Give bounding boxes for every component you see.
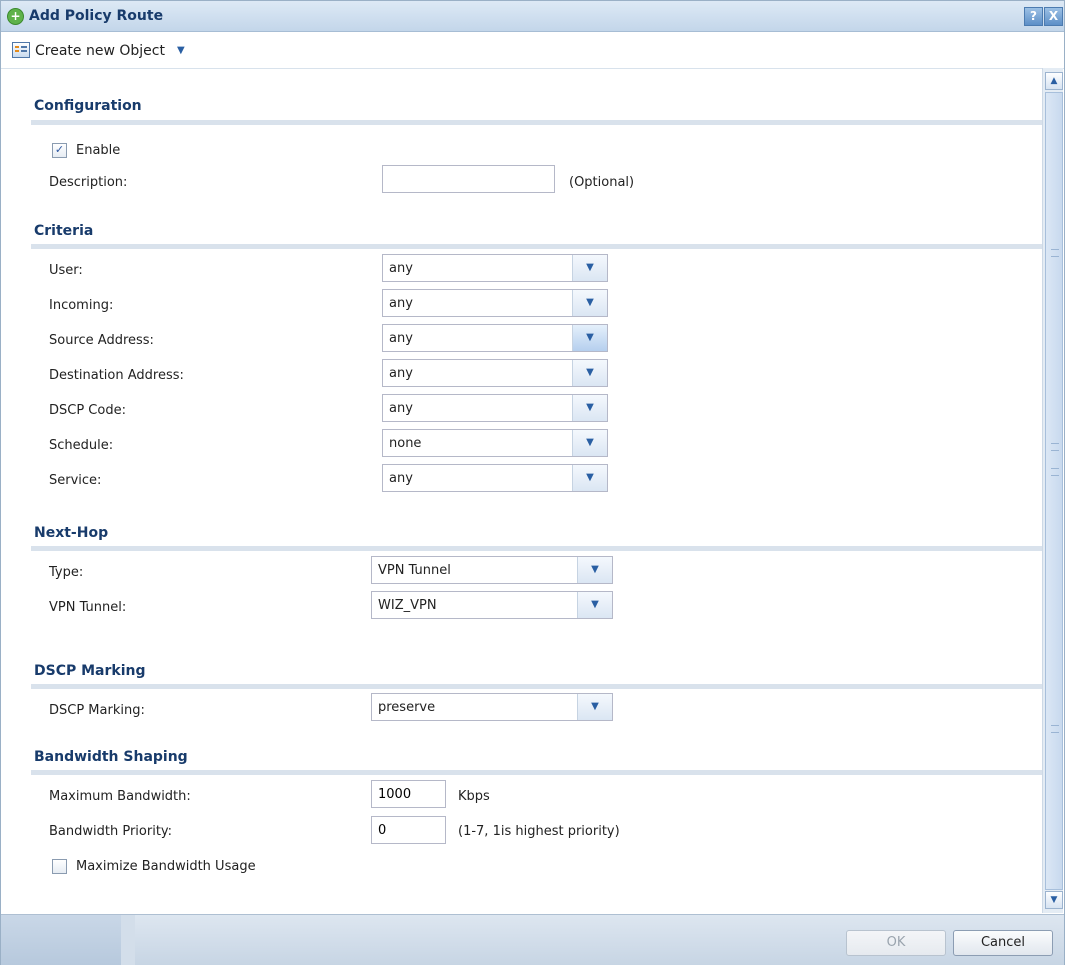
section-title-bandwidth-shaping: Bandwidth Shaping [34, 749, 188, 765]
maximum-bandwidth-label: Maximum Bandwidth: [49, 789, 191, 804]
add-circle-icon: + [7, 8, 24, 25]
user-select[interactable]: any ▼ [382, 254, 608, 282]
enable-checkbox[interactable]: ✓ [52, 143, 67, 158]
section-divider [31, 770, 1043, 775]
object-list-icon [12, 42, 30, 58]
section-title-criteria: Criteria [34, 223, 94, 239]
close-button[interactable]: X [1044, 7, 1063, 26]
bandwidth-priority-label: Bandwidth Priority: [49, 824, 173, 839]
dscp-marking-value: preserve [378, 700, 436, 715]
chevron-down-icon[interactable]: ▼ [572, 290, 607, 316]
create-new-object-menu[interactable]: Create new Object [35, 43, 165, 59]
vertical-scrollbar[interactable]: ▲ ▼ [1042, 68, 1063, 913]
grip-icon [1051, 468, 1059, 476]
chevron-down-icon[interactable]: ▼ [572, 430, 607, 456]
dialog-footer: OK Cancel [1, 914, 1064, 965]
grip-icon [1051, 725, 1059, 733]
dscp-code-select[interactable]: any ▼ [382, 394, 608, 422]
title-bar: + Add Policy Route ? X [1, 1, 1064, 32]
footer-panel [1, 915, 121, 965]
scroll-thumb[interactable] [1045, 92, 1063, 890]
incoming-label: Incoming: [49, 298, 114, 313]
chevron-down-icon[interactable]: ▼ [577, 694, 612, 720]
add-policy-route-dialog: + Add Policy Route ? X Create new Object… [0, 0, 1065, 965]
dscp-code-value: any [389, 401, 413, 416]
type-value: VPN Tunnel [378, 563, 451, 578]
type-label: Type: [49, 565, 84, 580]
bandwidth-priority-input[interactable] [371, 816, 446, 844]
description-hint: (Optional) [569, 175, 635, 190]
chevron-down-icon[interactable]: ▼ [177, 45, 185, 56]
maximum-bandwidth-unit: Kbps [458, 789, 490, 804]
vpn-tunnel-value: WIZ_VPN [378, 598, 437, 613]
toolbar: Create new Object ▼ [1, 32, 1064, 69]
incoming-select[interactable]: any ▼ [382, 289, 608, 317]
user-label: User: [49, 263, 83, 278]
chevron-down-icon[interactable]: ▼ [572, 255, 607, 281]
dscp-marking-select[interactable]: preserve ▼ [371, 693, 613, 721]
section-title-dscp-marking: DSCP Marking [34, 663, 146, 679]
maximum-bandwidth-input[interactable] [371, 780, 446, 808]
chevron-down-icon[interactable]: ▼ [572, 395, 607, 421]
vpn-tunnel-select[interactable]: WIZ_VPN ▼ [371, 591, 613, 619]
cancel-button[interactable]: Cancel [953, 930, 1053, 956]
chevron-down-icon[interactable]: ▼ [572, 325, 607, 351]
source-address-value: any [389, 331, 413, 346]
bandwidth-priority-hint: (1-7, 1is highest priority) [458, 824, 620, 839]
service-value: any [389, 471, 413, 486]
type-select[interactable]: VPN Tunnel ▼ [371, 556, 613, 584]
chevron-down-icon[interactable]: ▼ [572, 360, 607, 386]
vpn-tunnel-label: VPN Tunnel: [49, 600, 127, 615]
incoming-value: any [389, 296, 413, 311]
destination-address-value: any [389, 366, 413, 381]
scroll-down-button[interactable]: ▼ [1045, 891, 1063, 909]
section-divider [31, 120, 1043, 125]
form-content: Configuration ✓ Enable Description: (Opt… [16, 68, 1043, 913]
maximize-bandwidth-label: Maximize Bandwidth Usage [76, 859, 256, 874]
dscp-code-label: DSCP Code: [49, 403, 126, 418]
chevron-down-icon[interactable]: ▼ [577, 557, 612, 583]
section-title-configuration: Configuration [34, 98, 142, 114]
schedule-select[interactable]: none ▼ [382, 429, 608, 457]
grip-icon [1051, 249, 1059, 257]
section-divider [31, 684, 1043, 689]
destination-address-select[interactable]: any ▼ [382, 359, 608, 387]
section-divider [31, 244, 1043, 249]
chevron-down-icon[interactable]: ▼ [572, 465, 607, 491]
schedule-value: none [389, 436, 422, 451]
service-label: Service: [49, 473, 102, 488]
destination-address-label: Destination Address: [49, 368, 184, 383]
dscp-marking-label: DSCP Marking: [49, 703, 145, 718]
chevron-down-icon[interactable]: ▼ [577, 592, 612, 618]
enable-label: Enable [76, 143, 121, 158]
help-button[interactable]: ? [1024, 7, 1043, 26]
user-value: any [389, 261, 413, 276]
scroll-up-button[interactable]: ▲ [1045, 72, 1063, 90]
description-label: Description: [49, 175, 128, 190]
ok-button[interactable]: OK [846, 930, 946, 956]
maximize-bandwidth-checkbox[interactable] [52, 859, 67, 874]
source-address-label: Source Address: [49, 333, 154, 348]
footer-divider [121, 915, 135, 965]
source-address-select[interactable]: any ▼ [382, 324, 608, 352]
section-title-next-hop: Next-Hop [34, 525, 109, 541]
description-input[interactable] [382, 165, 555, 193]
schedule-label: Schedule: [49, 438, 114, 453]
dialog-title: Add Policy Route [29, 8, 164, 24]
grip-icon [1051, 443, 1059, 451]
section-divider [31, 546, 1043, 551]
service-select[interactable]: any ▼ [382, 464, 608, 492]
